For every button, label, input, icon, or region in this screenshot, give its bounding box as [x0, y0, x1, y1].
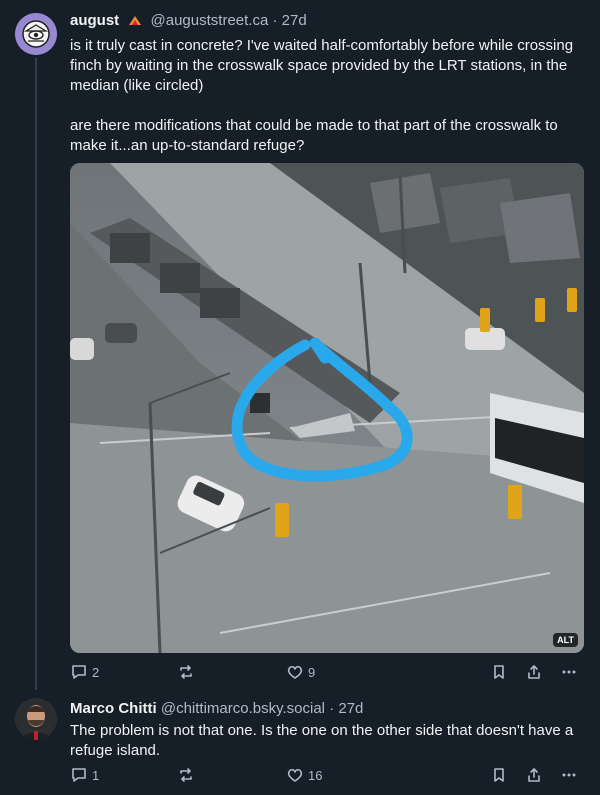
post-actions: 2 9 — [62, 660, 587, 684]
post-time[interactable]: 27d — [338, 700, 363, 717]
like-button[interactable]: 9 — [286, 660, 315, 684]
post-text: The problem is not that one. Is the one … — [70, 722, 578, 759]
more-options-button[interactable] — [560, 763, 578, 787]
bookmark-icon — [494, 665, 504, 679]
like-icon — [287, 768, 303, 782]
reply-count: 1 — [92, 767, 100, 783]
post-marco-chitti: Marco Chitti @chittimarco.bsky.social · … — [0, 690, 600, 795]
reply-icon — [72, 665, 86, 679]
like-icon — [287, 665, 303, 679]
share-icon — [528, 665, 540, 679]
post-time[interactable]: 27d — [282, 12, 307, 29]
flair-emoji-icon — [129, 16, 142, 25]
post-text: is it truly cast in concrete? I've waite… — [70, 37, 574, 154]
bookmark-button[interactable] — [490, 763, 508, 787]
share-button[interactable] — [525, 660, 543, 684]
post-august: august @auguststreet.ca · 27d is it trul… — [0, 0, 600, 690]
repost-button[interactable] — [177, 763, 199, 787]
reply-icon — [72, 768, 86, 782]
author-handle[interactable]: @auguststreet.ca — [151, 12, 269, 29]
post-header: Marco Chitti @chittimarco.bsky.social · … — [70, 700, 363, 717]
reply-button[interactable]: 2 — [70, 660, 99, 684]
author-name[interactable]: Marco Chitti — [70, 700, 157, 717]
like-button[interactable]: 16 — [286, 763, 322, 787]
share-icon — [528, 768, 540, 782]
share-button[interactable] — [525, 763, 543, 787]
avatar[interactable] — [15, 13, 57, 55]
like-count: 16 — [308, 767, 323, 783]
more-options-button[interactable] — [560, 660, 578, 684]
more-icon — [562, 670, 576, 674]
post-actions: 1 16 — [62, 763, 587, 787]
post-header: august @auguststreet.ca · 27d — [70, 12, 307, 29]
meta-separator: · — [329, 700, 335, 717]
repost-icon — [180, 665, 192, 679]
repost-icon — [180, 768, 192, 782]
author-name[interactable]: august — [70, 12, 119, 29]
like-count: 9 — [308, 664, 316, 680]
street-aerial-photo — [70, 163, 584, 653]
reply-count: 2 — [92, 664, 100, 680]
meta-separator: · — [272, 12, 278, 29]
more-icon — [562, 773, 576, 777]
avatar-photo — [15, 698, 57, 740]
author-handle[interactable]: @chittimarco.bsky.social — [161, 700, 325, 717]
repost-button[interactable] — [177, 660, 199, 684]
avatar[interactable] — [15, 698, 57, 740]
alt-text-badge[interactable]: ALT — [553, 633, 578, 647]
bookmark-icon — [494, 768, 504, 782]
post-image[interactable]: ALT — [70, 163, 584, 653]
reply-button[interactable]: 1 — [70, 763, 99, 787]
bookmark-button[interactable] — [490, 660, 508, 684]
avatar-emblem-icon — [15, 13, 57, 55]
